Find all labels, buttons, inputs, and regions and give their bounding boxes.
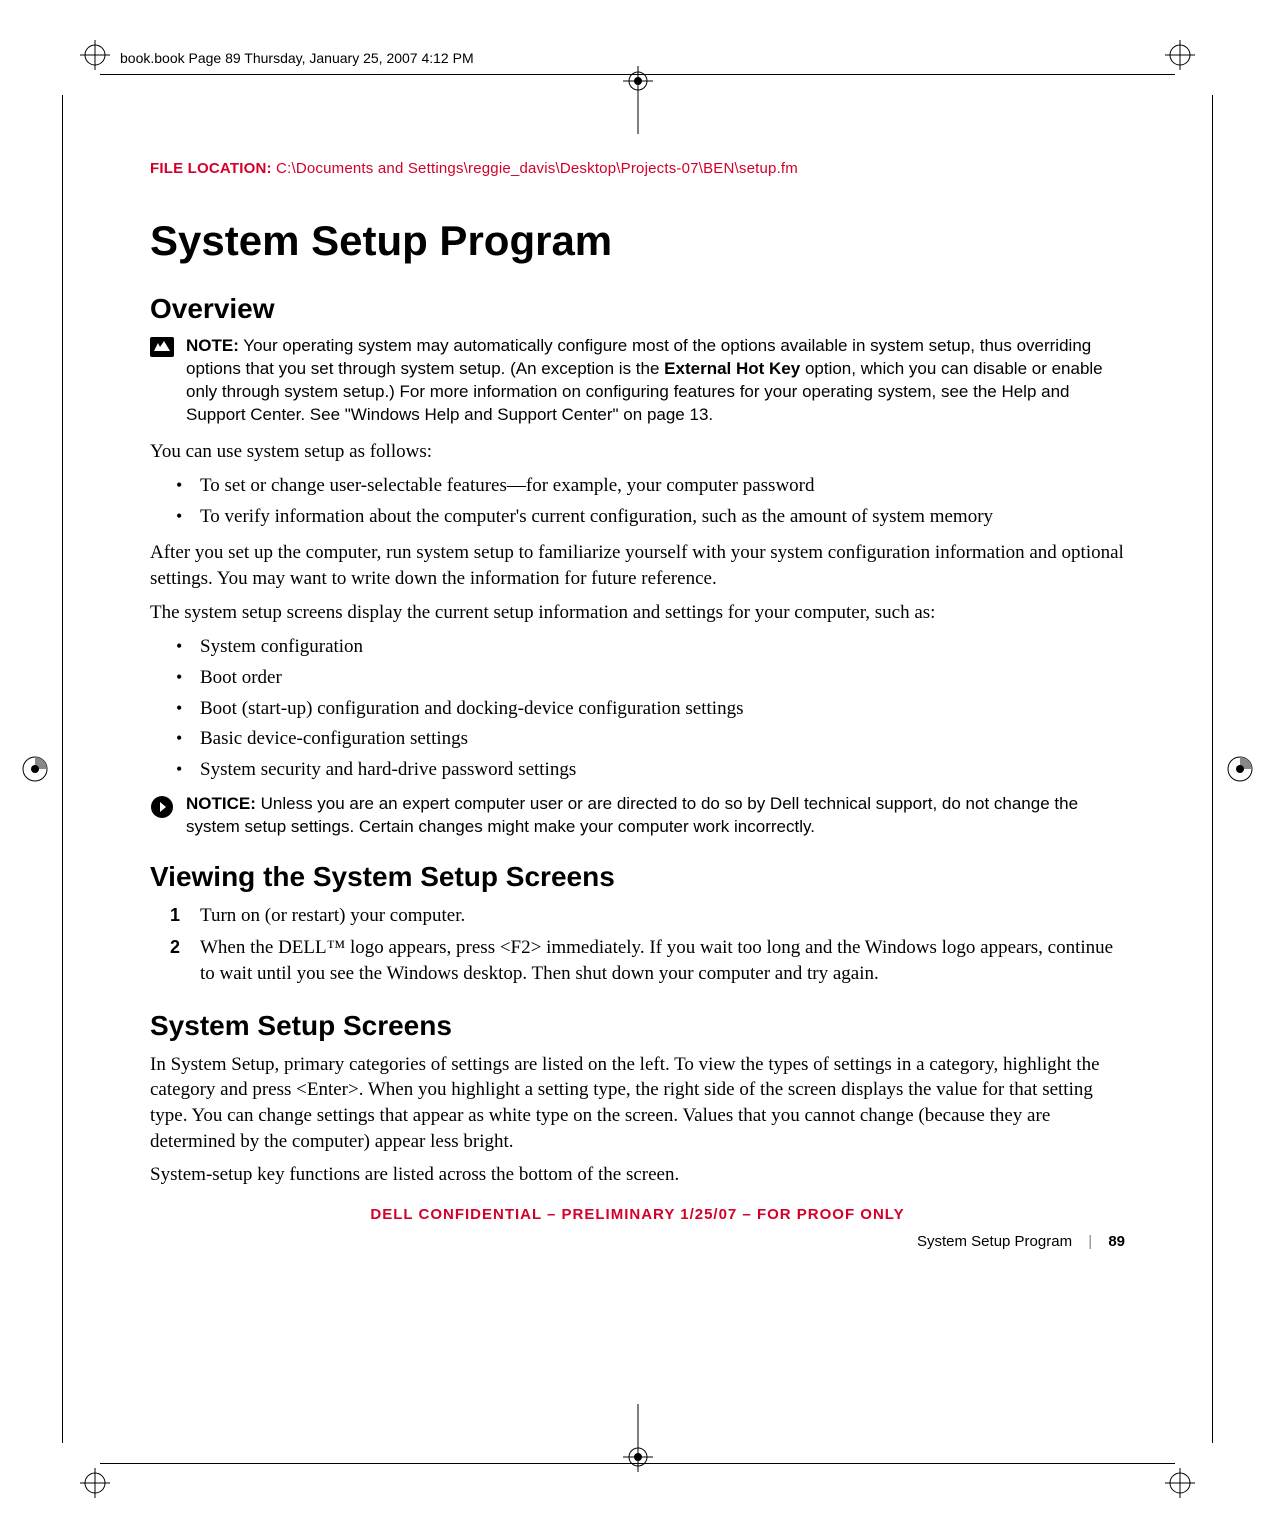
notice-label: NOTICE: (186, 794, 256, 813)
note-text: NOTE: Your operating system may automati… (186, 335, 1125, 427)
bullet-list: To set or change user-selectable feature… (150, 472, 1125, 530)
list-item: Turn on (or restart) your computer. (200, 903, 1125, 930)
registration-mark-icon (80, 40, 110, 70)
list-item: To set or change user-selectable feature… (200, 472, 1125, 500)
page-header-meta: book.book Page 89 Thursday, January 25, … (120, 50, 474, 66)
registration-mark-icon (623, 1442, 653, 1472)
note-label: NOTE: (186, 336, 239, 355)
numbered-steps: Turn on (or restart) your computer. When… (150, 903, 1125, 988)
color-bar-icon (1225, 754, 1255, 784)
notice-block: NOTICE: Unless you are an expert compute… (150, 793, 1125, 839)
page-content: FILE LOCATION: C:\Documents and Settings… (150, 160, 1125, 1250)
list-item: Boot (start-up) configuration and dockin… (200, 695, 1125, 723)
list-item: System security and hard-drive password … (200, 756, 1125, 784)
registration-mark-icon (1165, 40, 1195, 70)
note-block: NOTE: Your operating system may automati… (150, 335, 1125, 427)
registration-mark-icon (80, 1468, 110, 1498)
notice-body: Unless you are an expert computer user o… (186, 794, 1078, 836)
body-paragraph: The system setup screens display the cur… (150, 600, 1125, 626)
confidential-banner: DELL CONFIDENTIAL – PRELIMINARY 1/25/07 … (150, 1206, 1125, 1223)
section-heading-viewing: Viewing the System Setup Screens (150, 861, 1125, 893)
footer-divider: | (1088, 1233, 1092, 1250)
footer-page-number: 89 (1108, 1233, 1125, 1250)
crop-frame-right (1212, 95, 1213, 1443)
list-item: To verify information about the computer… (200, 503, 1125, 531)
footer-section-name: System Setup Program (917, 1233, 1072, 1250)
file-location-line: FILE LOCATION: C:\Documents and Settings… (150, 160, 1125, 177)
list-item: Basic device-configuration settings (200, 725, 1125, 753)
list-item: When the DELL™ logo appears, press <F2> … (200, 935, 1125, 988)
registration-mark-icon (1165, 1468, 1195, 1498)
body-paragraph: After you set up the computer, run syste… (150, 540, 1125, 591)
file-location-label: FILE LOCATION: (150, 160, 272, 177)
body-paragraph: In System Setup, primary categories of s… (150, 1052, 1125, 1155)
section-heading-overview: Overview (150, 293, 1125, 325)
note-icon (150, 337, 174, 357)
body-paragraph: You can use system setup as follows: (150, 439, 1125, 465)
page-title: System Setup Program (150, 217, 1125, 265)
body-paragraph: System-setup key functions are listed ac… (150, 1162, 1125, 1188)
crop-frame-left (62, 95, 63, 1443)
bullet-list: System configuration Boot order Boot (st… (150, 633, 1125, 783)
page-footer: System Setup Program | 89 (150, 1233, 1125, 1250)
file-location-path: C:\Documents and Settings\reggie_davis\D… (272, 160, 798, 177)
notice-text: NOTICE: Unless you are an expert compute… (186, 793, 1125, 839)
list-item: Boot order (200, 664, 1125, 692)
registration-mark-icon (623, 66, 653, 96)
color-bar-icon (20, 754, 50, 784)
notice-icon (150, 795, 174, 815)
note-bold-term: External Hot Key (664, 359, 800, 378)
list-item: System configuration (200, 633, 1125, 661)
section-heading-screens: System Setup Screens (150, 1010, 1125, 1042)
